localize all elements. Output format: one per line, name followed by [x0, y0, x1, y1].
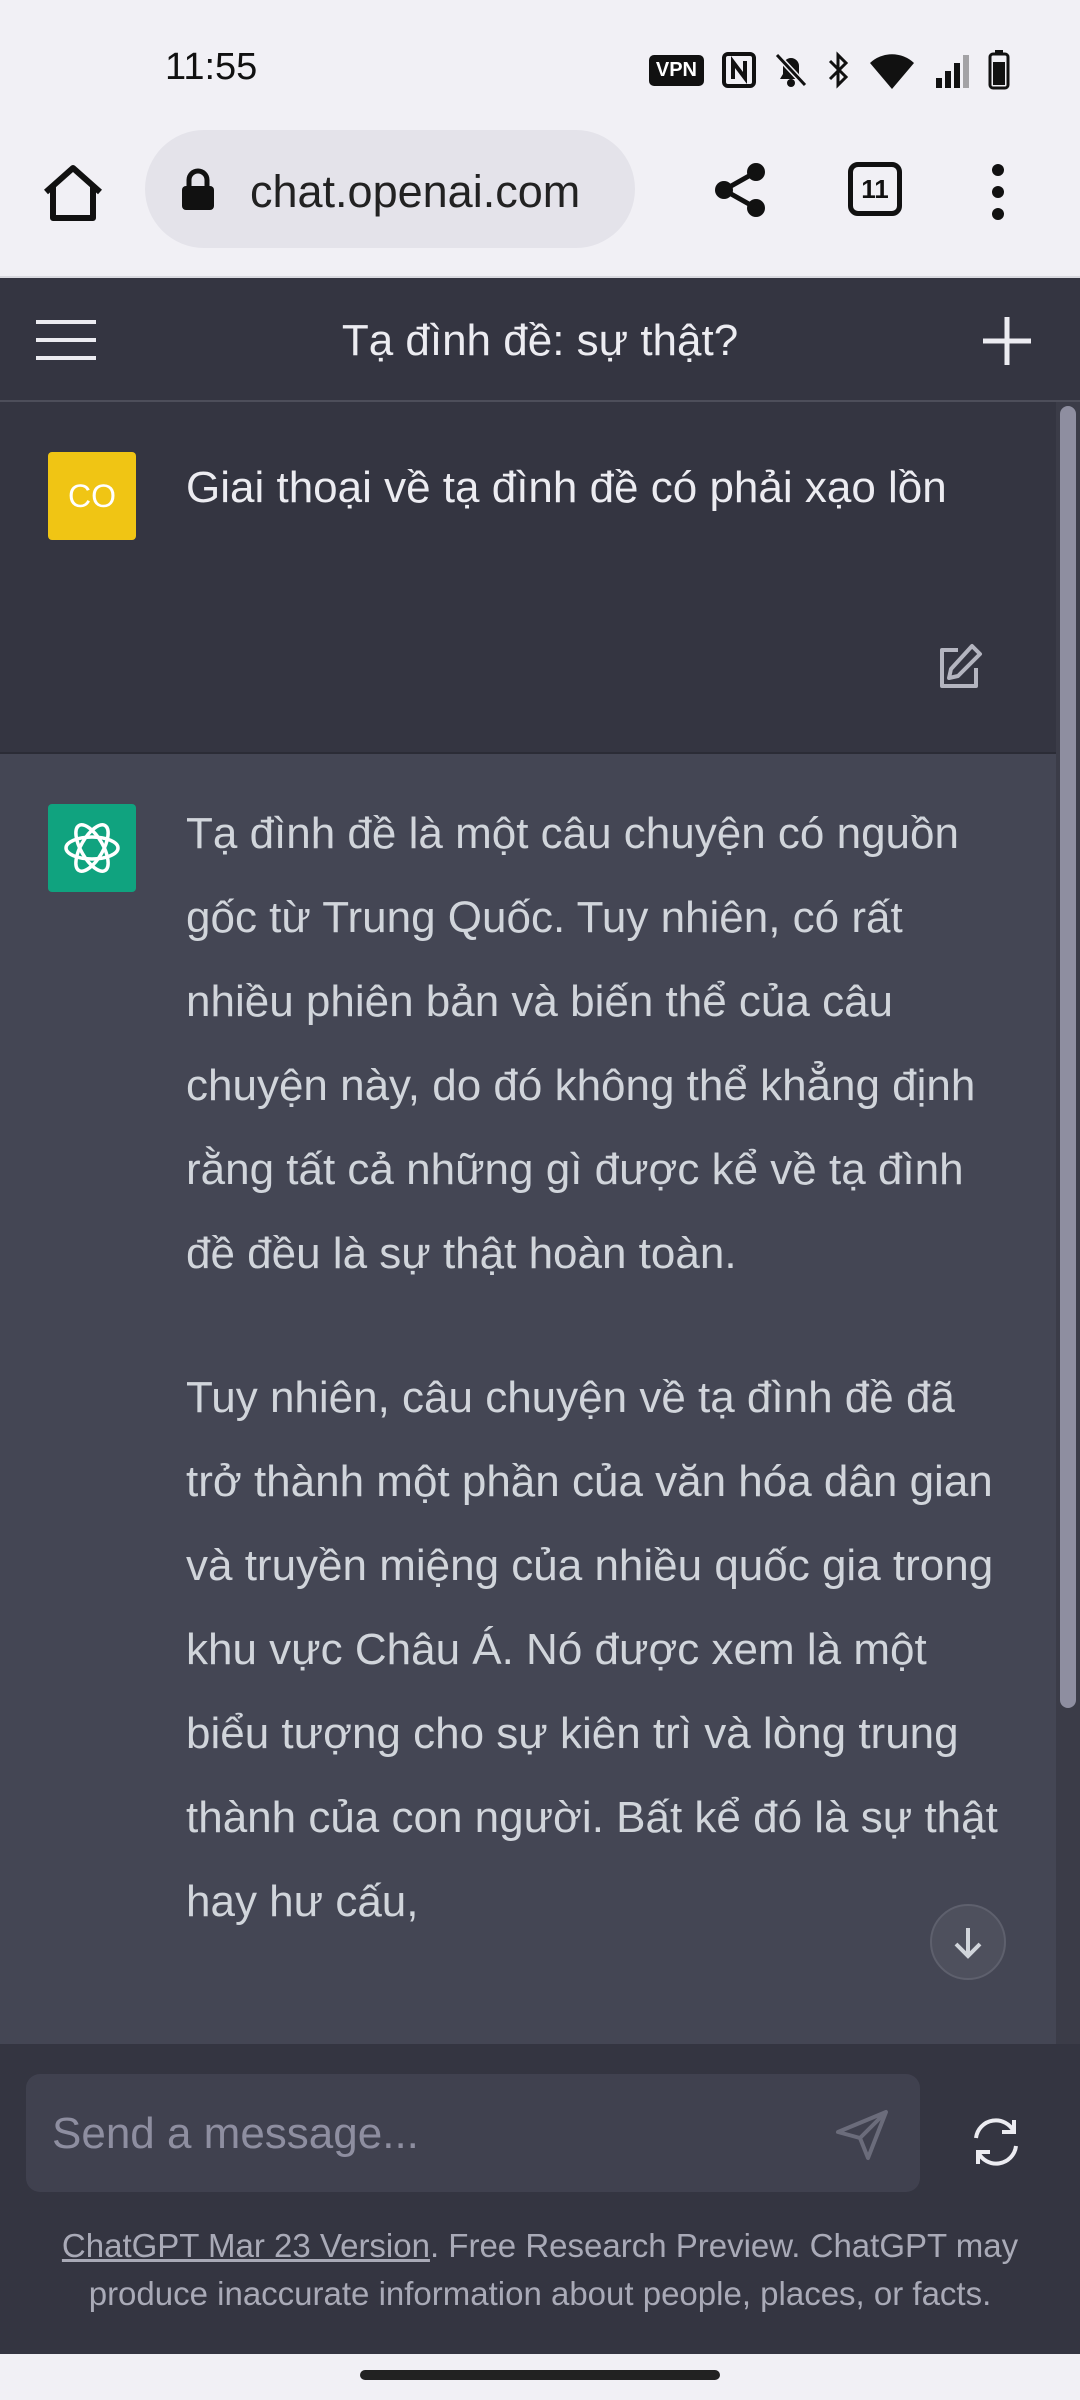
scrollbar-thumb[interactable] — [1060, 406, 1076, 1708]
send-icon[interactable] — [832, 2104, 892, 2164]
battery-icon — [988, 50, 1010, 90]
user-message: CO Giai thoại về tạ đình đề có phải xạo … — [0, 402, 1056, 754]
more-vert-icon[interactable] — [978, 160, 1018, 224]
chatgpt-logo-icon — [48, 804, 136, 892]
status-icons: VPN — [648, 48, 1010, 92]
lock-icon — [182, 168, 214, 210]
url-text: chat.openai.com — [250, 166, 581, 217]
address-bar[interactable]: chat.openai.com — [145, 130, 635, 248]
signal-icon — [936, 55, 969, 88]
home-gesture-handle[interactable] — [360, 2370, 720, 2380]
scroll-to-bottom-button[interactable] — [930, 1904, 1006, 1980]
status-bar: 11:55 VPN — [0, 0, 1080, 130]
chat-title: Tạ đình đề: sự thật? — [341, 316, 739, 365]
assistant-message-text: Tạ đình đề là một câu chuyện có nguồn gố… — [186, 792, 1006, 2004]
vpn-icon: VPN — [648, 54, 704, 86]
arrow-down-icon — [954, 1928, 982, 1959]
home-icon[interactable] — [40, 160, 106, 226]
tabs-icon[interactable]: 11 — [848, 162, 902, 216]
bell-off-icon — [774, 52, 808, 88]
message-box — [26, 2074, 920, 2194]
status-time: 11:55 — [165, 46, 258, 88]
chat-header: Tạ đình đề: sự thật? — [0, 278, 1080, 402]
user-message-text: Giai thoại về tạ đình đề có phải xạo lồn — [186, 463, 947, 512]
share-icon[interactable] — [710, 160, 770, 220]
bluetooth-icon — [828, 51, 849, 89]
browser-toolbar: chat.openai.com 11 — [0, 130, 1080, 278]
wifi-icon — [870, 54, 914, 89]
navigation-bar — [0, 2354, 1080, 2400]
nfc-icon — [722, 52, 756, 88]
user-avatar: CO — [48, 452, 136, 540]
assistant-paragraph: Tạ đình đề là một câu chuyện có nguồn gố… — [186, 809, 976, 1278]
composer-area: ChatGPT Mar 23 Version. Free Research Pr… — [0, 2044, 1080, 2354]
conversation: CO Giai thoại về tạ đình đề có phải xạo … — [0, 402, 1080, 2044]
message-input[interactable] — [50, 2074, 814, 2194]
plus-icon[interactable] — [980, 314, 1034, 368]
disclaimer: ChatGPT Mar 23 Version. Free Research Pr… — [20, 2222, 1060, 2318]
assistant-message: Tạ đình đề là một câu chuyện có nguồn gố… — [0, 754, 1056, 2044]
edit-icon[interactable] — [934, 642, 984, 692]
regenerate-icon[interactable] — [966, 2112, 1026, 2172]
version-link[interactable]: ChatGPT Mar 23 Version — [62, 2227, 430, 2264]
assistant-paragraph: Tuy nhiên, câu chuyện về tạ đình đề đã t… — [186, 1373, 998, 1926]
